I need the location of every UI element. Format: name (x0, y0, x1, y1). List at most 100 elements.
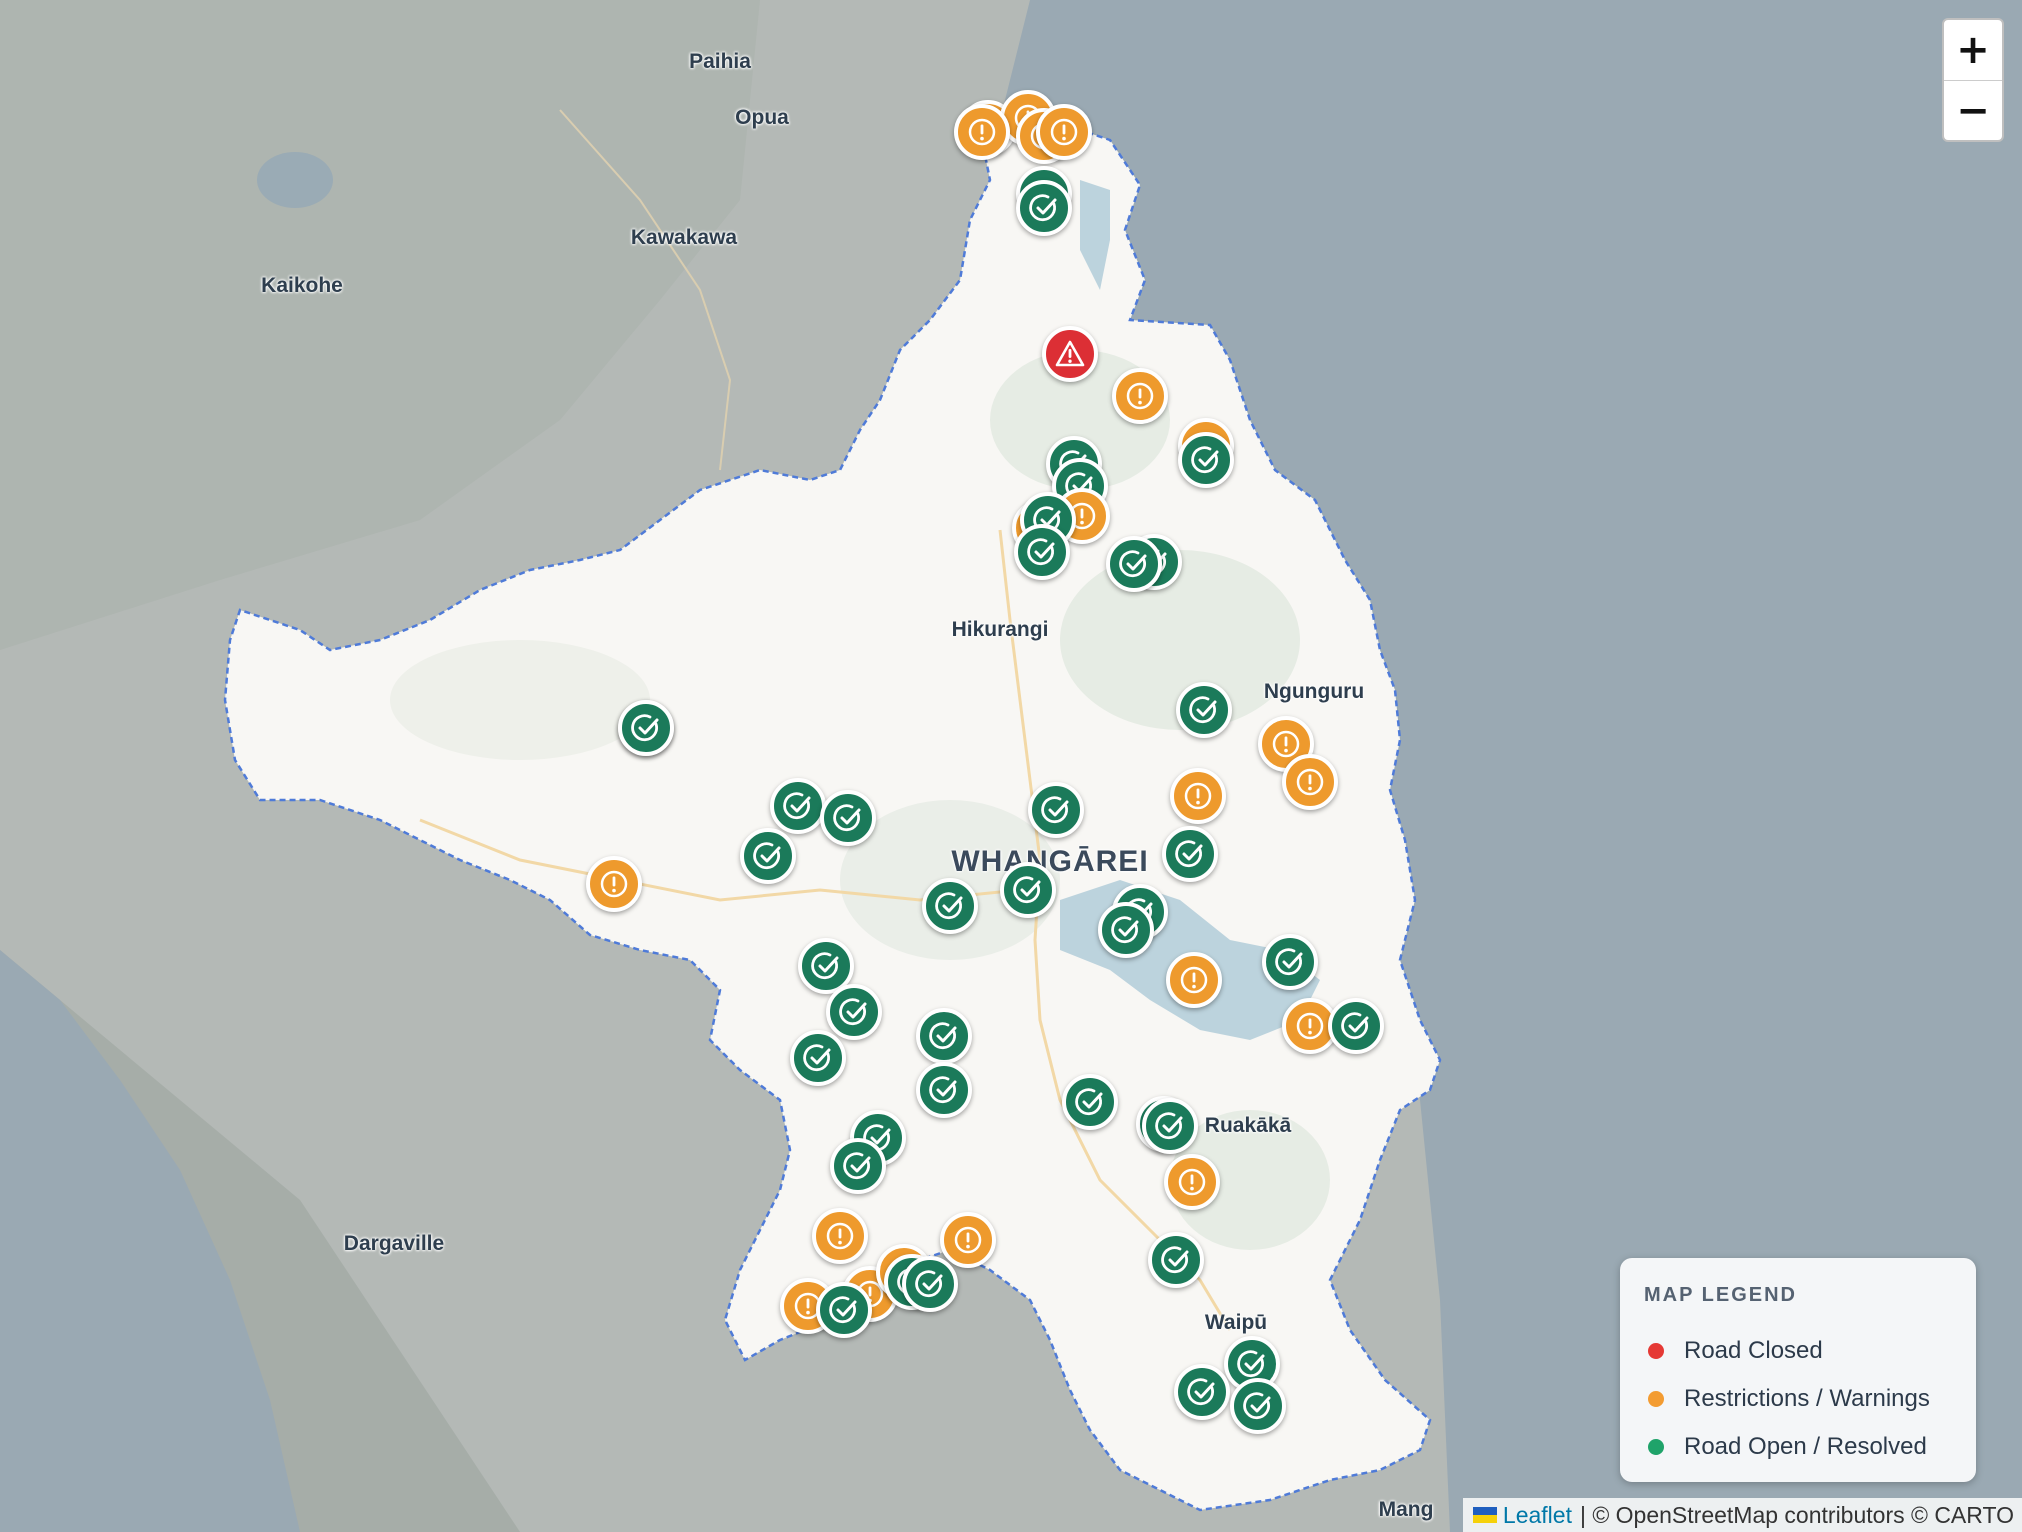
check-circle-icon (838, 996, 870, 1028)
check-circle-icon (752, 840, 784, 872)
place-label-mang: Mang (1378, 1498, 1434, 1521)
legend-item-warning: Restrictions / Warnings (1644, 1375, 1952, 1423)
attribution-text: | © OpenStreetMap contributors © CARTO (1579, 1501, 2014, 1528)
red-dot-icon (1648, 1343, 1664, 1359)
place-label-paihia: Paihia (689, 50, 751, 73)
marker-open[interactable] (1014, 524, 1070, 580)
marker-open[interactable] (1174, 1364, 1230, 1420)
marker-open[interactable] (902, 1256, 958, 1312)
marker-open[interactable] (1142, 1098, 1198, 1154)
check-circle-icon (934, 890, 966, 922)
exclamation-icon (1176, 1166, 1208, 1198)
check-circle-icon (928, 1074, 960, 1106)
marker-open[interactable] (1230, 1378, 1286, 1434)
marker-closed[interactable] (1042, 326, 1098, 382)
exclamation-icon (1124, 380, 1156, 412)
marker-open[interactable] (740, 828, 796, 884)
marker-open[interactable] (916, 1062, 972, 1118)
map-legend: MAP LEGEND Road Closed Restrictions / Wa… (1620, 1258, 1976, 1482)
marker-warning[interactable] (1112, 368, 1168, 424)
marker-open[interactable] (826, 984, 882, 1040)
marker-open[interactable] (1000, 862, 1056, 918)
place-label-ruakk: Ruakākā (1204, 1114, 1292, 1137)
map-attribution: Leaflet | © OpenStreetMap contributors ©… (1462, 1498, 2022, 1532)
marker-warning[interactable] (1166, 952, 1222, 1008)
place-label-waip: Waipū (1204, 1311, 1268, 1334)
marker-open[interactable] (1176, 682, 1232, 738)
check-circle-icon (1028, 192, 1060, 224)
place-label-hikurangi: Hikurangi (951, 618, 1049, 641)
marker-open[interactable] (1148, 1232, 1204, 1288)
marker-warning[interactable] (954, 104, 1010, 160)
check-circle-icon (842, 1150, 874, 1182)
zoom-in-button[interactable]: + (1944, 20, 2002, 81)
marker-open[interactable] (1162, 826, 1218, 882)
exclamation-icon (1048, 116, 1080, 148)
check-circle-icon (1340, 1010, 1372, 1042)
check-circle-icon (1012, 874, 1044, 906)
check-circle-icon (1242, 1390, 1274, 1422)
exclamation-icon (1182, 780, 1214, 812)
marker-open[interactable] (922, 878, 978, 934)
exclamation-icon (824, 1220, 856, 1252)
zoom-out-button[interactable]: − (1944, 81, 2002, 141)
marker-open[interactable] (816, 1282, 872, 1338)
marker-open[interactable] (618, 700, 674, 756)
green-dot-icon (1648, 1439, 1664, 1455)
check-circle-icon (1188, 694, 1220, 726)
marker-warning[interactable] (1170, 768, 1226, 824)
check-circle-icon (832, 802, 864, 834)
map-container[interactable]: Paihia Opua Kawakawa Kaikohe Hikurangi Ngungu… (0, 0, 2022, 1532)
marker-open[interactable] (1062, 1074, 1118, 1130)
place-label-kaikohe: Kaikohe (261, 274, 343, 297)
check-circle-icon (1174, 838, 1206, 870)
exclamation-icon (1178, 964, 1210, 996)
check-circle-icon (1040, 794, 1072, 826)
exclamation-icon (952, 1224, 984, 1256)
check-circle-icon (1190, 444, 1222, 476)
marker-open[interactable] (1106, 536, 1162, 592)
warning-triangle-icon (1054, 338, 1086, 370)
check-circle-icon (1074, 1086, 1106, 1118)
legend-item-open: Road Open / Resolved (1644, 1423, 1952, 1471)
marker-warning[interactable] (586, 856, 642, 912)
legend-label: Road Open / Resolved (1684, 1433, 1927, 1460)
exclamation-icon (966, 116, 998, 148)
check-circle-icon (630, 712, 662, 744)
marker-warning[interactable] (1036, 104, 1092, 160)
exclamation-icon (1294, 766, 1326, 798)
marker-open[interactable] (770, 778, 826, 834)
marker-open[interactable] (1178, 432, 1234, 488)
check-circle-icon (914, 1268, 946, 1300)
place-label-dargaville: Dargaville (343, 1232, 445, 1255)
exclamation-icon (598, 868, 630, 900)
marker-warning[interactable] (940, 1212, 996, 1268)
place-label-kawakawa: Kawakawa (630, 226, 738, 249)
zoom-control: + − (1942, 18, 2004, 142)
check-circle-icon (1110, 914, 1142, 946)
leaflet-link[interactable]: Leaflet (1503, 1502, 1572, 1529)
marker-open[interactable] (1262, 934, 1318, 990)
marker-open[interactable] (916, 1008, 972, 1064)
marker-warning[interactable] (1164, 1154, 1220, 1210)
legend-label: Road Closed (1684, 1337, 1823, 1364)
marker-warning[interactable] (812, 1208, 868, 1264)
check-circle-icon (1236, 1348, 1268, 1380)
check-circle-icon (1118, 548, 1150, 580)
marker-warning[interactable] (1282, 754, 1338, 810)
legend-item-closed: Road Closed (1644, 1327, 1952, 1375)
check-circle-icon (810, 950, 842, 982)
legend-label: Restrictions / Warnings (1684, 1385, 1930, 1412)
check-circle-icon (782, 790, 814, 822)
check-circle-icon (1186, 1376, 1218, 1408)
check-circle-icon (1026, 536, 1058, 568)
legend-title: MAP LEGEND (1644, 1284, 1797, 1306)
marker-open[interactable] (830, 1138, 886, 1194)
marker-open[interactable] (820, 790, 876, 846)
marker-open[interactable] (1098, 902, 1154, 958)
marker-open[interactable] (1328, 998, 1384, 1054)
marker-open[interactable] (790, 1030, 846, 1086)
marker-open[interactable] (1016, 180, 1072, 236)
place-label-ngunguru: Ngunguru (1263, 680, 1365, 703)
marker-open[interactable] (1028, 782, 1084, 838)
